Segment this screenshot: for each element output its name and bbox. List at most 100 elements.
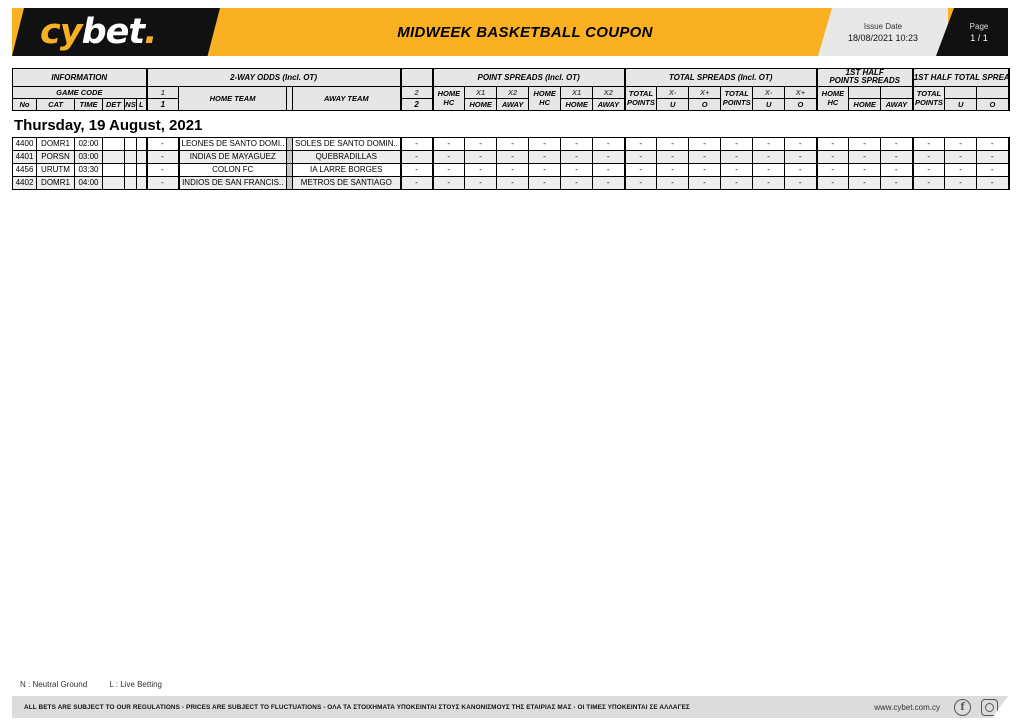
cell-home-team[interactable]: INDIAS DE MAYAGUEZ — [177, 149, 287, 164]
cell-fh-away[interactable]: - — [880, 175, 913, 190]
cell-fht-u[interactable]: - — [944, 162, 977, 177]
cell-ts2-u[interactable]: - — [752, 136, 785, 151]
cell-l[interactable] — [136, 149, 147, 164]
cell-fh-away[interactable]: - — [880, 136, 913, 151]
cell-fht-o[interactable]: - — [976, 136, 1010, 151]
cell-ps-x1[interactable]: - — [464, 149, 497, 164]
cell-no[interactable]: 4402 — [12, 175, 37, 190]
cell-ts2-o[interactable]: - — [784, 136, 817, 151]
cell-time[interactable]: 03:30 — [74, 162, 103, 177]
cell-fht-u[interactable]: - — [944, 149, 977, 164]
cell-fht-total-points[interactable]: - — [911, 149, 945, 164]
cell-ps-x1[interactable]: - — [464, 162, 497, 177]
cell-fh-home-hc[interactable]: - — [815, 149, 849, 164]
cell-ps2-x2[interactable]: - — [592, 175, 625, 190]
cell-odd1[interactable]: - — [145, 162, 179, 177]
cell-fh-home-hc[interactable]: - — [815, 175, 849, 190]
cell-fht-o[interactable]: - — [976, 149, 1010, 164]
footer-website-url[interactable]: www.cybet.com.cy — [874, 703, 940, 712]
cell-odd2[interactable]: - — [399, 149, 433, 164]
cell-det[interactable] — [102, 162, 125, 177]
cell-odd1[interactable]: - — [145, 136, 179, 151]
cell-odd2[interactable]: - — [399, 136, 433, 151]
cell-ts2-total-points[interactable]: - — [720, 149, 753, 164]
cell-fht-total-points[interactable]: - — [911, 136, 945, 151]
cell-ts2-o[interactable]: - — [784, 149, 817, 164]
cell-no[interactable]: 4456 — [12, 162, 37, 177]
cell-odd1[interactable]: - — [145, 175, 179, 190]
cell-fh-home[interactable]: - — [848, 162, 881, 177]
cell-ts-o[interactable]: - — [688, 149, 721, 164]
cell-ts2-o[interactable]: - — [784, 175, 817, 190]
cell-ps-home-hc[interactable]: - — [431, 175, 465, 190]
cell-fh-home-hc[interactable]: - — [815, 136, 849, 151]
cell-ns[interactable] — [124, 136, 137, 151]
cell-fh-home[interactable]: - — [848, 149, 881, 164]
cell-away-team[interactable]: METROS DE SANTIAGO — [292, 175, 401, 190]
cell-ps2-x1[interactable]: - — [560, 136, 593, 151]
table-row[interactable]: 4402 DOMR1 04:00- INDIOS DE SAN FRANCIS.. ME… — [12, 175, 1010, 190]
cell-time[interactable]: 02:00 — [74, 136, 103, 151]
cell-cat[interactable]: PORSN — [36, 149, 75, 164]
cell-fh-home-hc[interactable]: - — [815, 162, 849, 177]
cell-fht-o[interactable]: - — [976, 175, 1010, 190]
cell-home-team[interactable]: LEONES DE SANTO DOMI.. — [177, 136, 287, 151]
cell-fht-total-points[interactable]: - — [911, 162, 945, 177]
cell-ps2-x2[interactable]: - — [592, 149, 625, 164]
cell-ps2-x2[interactable]: - — [592, 162, 625, 177]
cell-home-team[interactable]: COLON FC — [177, 162, 287, 177]
cell-odd2[interactable]: - — [399, 175, 433, 190]
cell-ns[interactable] — [124, 175, 137, 190]
cell-ns[interactable] — [124, 162, 137, 177]
cell-time[interactable]: 04:00 — [74, 175, 103, 190]
cell-ps2-home-hc[interactable]: - — [528, 162, 561, 177]
cell-ps-x2[interactable]: - — [496, 175, 529, 190]
cell-ts-u[interactable]: - — [656, 162, 689, 177]
cell-away-team[interactable]: QUEBRADILLAS — [292, 149, 401, 164]
cell-ts2-total-points[interactable]: - — [720, 162, 753, 177]
cell-cat[interactable]: URUTM — [36, 162, 75, 177]
table-row[interactable]: 4400 DOMR1 02:00- LEONES DE SANTO DOMI.. SOL… — [12, 136, 1010, 151]
cell-fh-away[interactable]: - — [880, 149, 913, 164]
cell-ps2-x2[interactable]: - — [592, 136, 625, 151]
cell-ps-x2[interactable]: - — [496, 136, 529, 151]
cell-ps-home-hc[interactable]: - — [431, 136, 465, 151]
cell-ps-home-hc[interactable]: - — [431, 149, 465, 164]
cell-odd2[interactable]: - — [399, 162, 433, 177]
cell-ts2-total-points[interactable]: - — [720, 175, 753, 190]
cell-ps2-x1[interactable]: - — [560, 162, 593, 177]
cell-l[interactable] — [136, 162, 147, 177]
cell-fh-away[interactable]: - — [880, 162, 913, 177]
cell-cat[interactable]: DOMR1 — [36, 175, 75, 190]
cell-home-team[interactable]: INDIOS DE SAN FRANCIS.. — [177, 175, 287, 190]
cell-ts2-u[interactable]: - — [752, 162, 785, 177]
cell-away-team[interactable]: IA LARRE BORGES — [292, 162, 401, 177]
cell-ts-u[interactable]: - — [656, 136, 689, 151]
cell-ps2-home-hc[interactable]: - — [528, 175, 561, 190]
cell-ps2-home-hc[interactable]: - — [528, 136, 561, 151]
cell-ts2-total-points[interactable]: - — [720, 136, 753, 151]
table-row[interactable]: 4401 PORSN 03:00- INDIAS DE MAYAGUEZ QUEBRAD… — [12, 149, 1010, 164]
cell-ps-x1[interactable]: - — [464, 175, 497, 190]
cell-ts-o[interactable]: - — [688, 162, 721, 177]
cell-ts-total-points[interactable]: - — [623, 149, 657, 164]
cell-odd1[interactable]: - — [145, 149, 179, 164]
cell-ps-x1[interactable]: - — [464, 136, 497, 151]
instagram-icon[interactable] — [981, 698, 998, 716]
cell-away-team[interactable]: SOLES DE SANTO DOMIN.. — [292, 136, 401, 151]
cell-ps2-home-hc[interactable]: - — [528, 149, 561, 164]
facebook-icon[interactable]: f — [954, 698, 971, 716]
cell-ps-home-hc[interactable]: - — [431, 162, 465, 177]
cell-fht-u[interactable]: - — [944, 175, 977, 190]
cell-ts-total-points[interactable]: - — [623, 175, 657, 190]
cell-det[interactable] — [102, 175, 125, 190]
cell-cat[interactable]: DOMR1 — [36, 136, 75, 151]
cell-ts-total-points[interactable]: - — [623, 136, 657, 151]
cell-no[interactable]: 4400 — [12, 136, 37, 151]
cell-ps2-x1[interactable]: - — [560, 149, 593, 164]
table-row[interactable]: 4456 URUTM 03:30- COLON FC IA LARRE BORGES - -… — [12, 162, 1010, 177]
cell-ts2-u[interactable]: - — [752, 175, 785, 190]
cell-ts-total-points[interactable]: - — [623, 162, 657, 177]
cell-ts-o[interactable]: - — [688, 175, 721, 190]
cell-det[interactable] — [102, 136, 125, 151]
